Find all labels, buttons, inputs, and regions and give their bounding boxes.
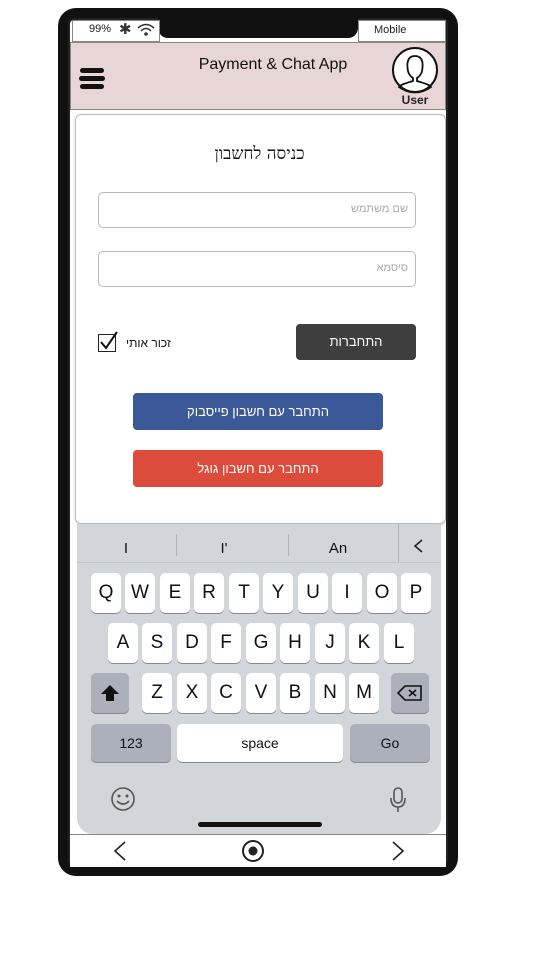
forward-arrow-icon[interactable] xyxy=(390,840,406,862)
emoji-icon[interactable] xyxy=(110,786,136,812)
key-u[interactable]: U xyxy=(298,573,328,613)
numbers-key[interactable]: 123 xyxy=(91,724,171,762)
user-avatar-icon[interactable] xyxy=(391,46,439,94)
key-a[interactable]: A xyxy=(108,623,138,663)
shift-arrow-icon xyxy=(101,685,119,701)
password-input[interactable]: סיסמא xyxy=(98,251,416,287)
key-q[interactable]: Q xyxy=(91,573,121,613)
key-v[interactable]: V xyxy=(246,673,276,713)
back-arrow-icon[interactable] xyxy=(112,840,128,862)
remember-me-label: זכור אותי xyxy=(126,336,171,350)
user-label: User xyxy=(401,93,429,107)
home-button-icon[interactable] xyxy=(241,839,265,863)
key-r[interactable]: R xyxy=(194,573,224,613)
hamburger-menu-icon[interactable] xyxy=(78,66,106,92)
key-c[interactable]: C xyxy=(211,673,241,713)
key-l[interactable]: L xyxy=(384,623,414,663)
checkmark-icon xyxy=(100,331,118,350)
suggestion-divider xyxy=(176,534,177,556)
suggestion-1[interactable]: I xyxy=(100,540,152,557)
suggestion-2[interactable]: I' xyxy=(198,540,250,557)
suggestion-divider xyxy=(288,534,289,556)
key-p[interactable]: P xyxy=(401,573,431,613)
suggestion-divider xyxy=(398,524,399,562)
login-title: כניסה לחשבון xyxy=(214,144,305,164)
google-login-button[interactable]: התחבר עם חשבון גוגל xyxy=(133,450,383,487)
phone-notch xyxy=(158,10,358,38)
battery-text: 99% xyxy=(89,23,112,35)
network-label: Mobile xyxy=(374,24,407,36)
backspace-icon xyxy=(396,685,422,701)
key-j[interactable]: J xyxy=(315,623,345,663)
key-e[interactable]: E xyxy=(160,573,190,613)
bluetooth-icon: ✱ xyxy=(119,21,132,38)
wifi-icon xyxy=(137,23,155,36)
key-z[interactable]: Z xyxy=(142,673,172,713)
key-x[interactable]: X xyxy=(177,673,207,713)
key-m[interactable]: M xyxy=(349,673,379,713)
username-placeholder: שם משתמש xyxy=(350,203,408,215)
key-i[interactable]: I xyxy=(332,573,362,613)
key-t[interactable]: T xyxy=(229,573,259,613)
app-header xyxy=(70,42,446,110)
key-h[interactable]: H xyxy=(280,623,310,663)
key-o[interactable]: O xyxy=(367,573,397,613)
microphone-icon[interactable] xyxy=(388,786,408,814)
key-w[interactable]: W xyxy=(125,573,155,613)
username-input[interactable]: שם משתמש xyxy=(98,192,416,228)
chevron-left-icon[interactable] xyxy=(412,538,426,554)
key-g[interactable]: G xyxy=(246,623,276,663)
shift-key[interactable] xyxy=(91,673,129,713)
key-s[interactable]: S xyxy=(142,623,172,663)
key-b[interactable]: B xyxy=(280,673,310,713)
key-f[interactable]: F xyxy=(211,623,241,663)
facebook-login-button[interactable]: התחבר עם חשבון פייסבוק xyxy=(133,393,383,430)
key-d[interactable]: D xyxy=(177,623,207,663)
app-title: Payment & Chat App xyxy=(198,56,348,73)
go-key[interactable]: Go xyxy=(350,724,430,762)
password-placeholder: סיסמא xyxy=(376,262,408,274)
space-key[interactable]: space xyxy=(177,724,343,762)
key-k[interactable]: K xyxy=(349,623,379,663)
backspace-key[interactable] xyxy=(391,673,429,713)
login-button[interactable]: התחברות xyxy=(296,324,416,360)
key-n[interactable]: N xyxy=(315,673,345,713)
suggestion-3[interactable]: An xyxy=(312,540,364,557)
home-indicator xyxy=(198,822,322,827)
key-y[interactable]: Y xyxy=(263,573,293,613)
